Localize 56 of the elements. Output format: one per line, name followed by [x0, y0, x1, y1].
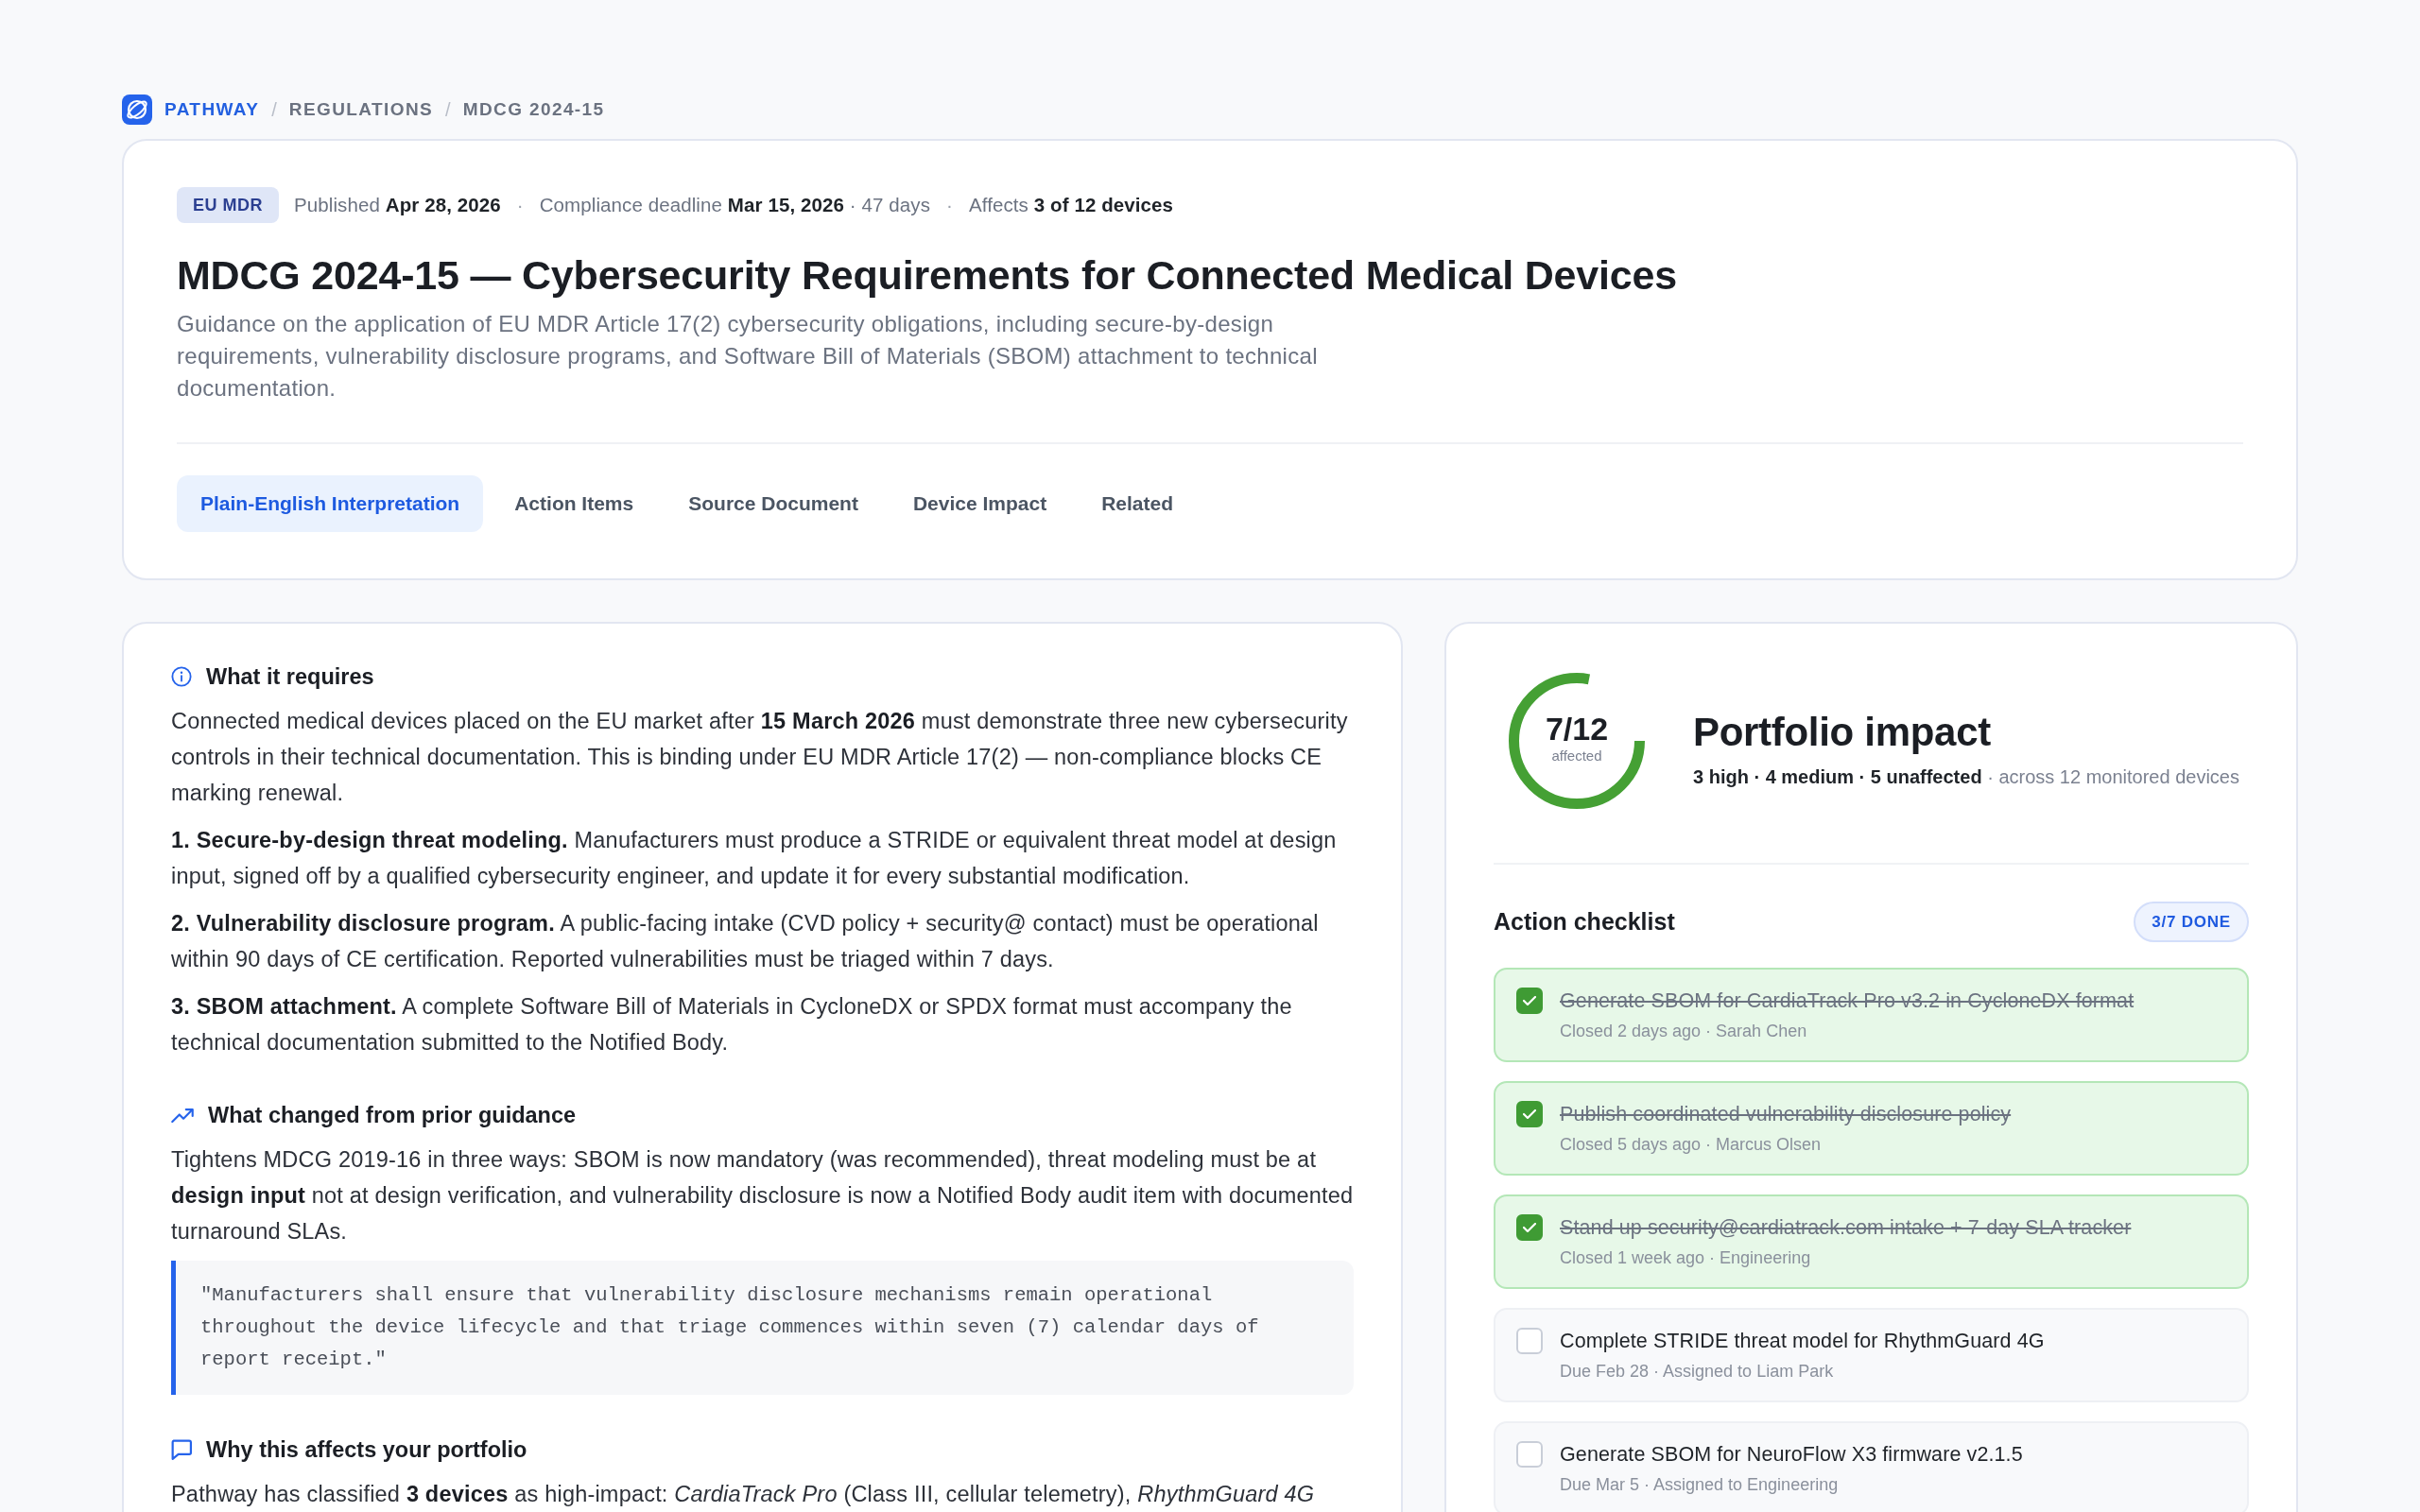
meta-separator: · — [516, 194, 524, 216]
task-title: Complete STRIDE threat model for RhythmGuard 4G — [1560, 1329, 2045, 1354]
paragraph-text: Connected medical devices placed on the EU market after 15 March 2026 must demonstrate three new cybersecurity controls in their technical documentation. This is binding under EU MDR Article 17(2) — non-compliance blocks CE marking renewal. — [171, 708, 1349, 807]
checkmark-icon — [1523, 1109, 1536, 1119]
meta-text: Compliance deadline Mar 15, 2026 · 47 days — [539, 194, 930, 216]
tab[interactable]: Source Document — [665, 475, 882, 532]
tab[interactable]: Related — [1078, 475, 1198, 532]
task-meta: Closed 1 week ago · Engineering — [1560, 1247, 1811, 1269]
regulation-badge: EU MDR — [177, 187, 279, 223]
breadcrumb-separator: / — [271, 98, 277, 121]
task-meta: Due Mar 5 · Assigned to Engineering — [1560, 1474, 1839, 1496]
task-title: Generate SBOM for NeuroFlow X3 firmware v2.1.5 — [1560, 1442, 2023, 1468]
task-title: Stand up security@cardiatrack.com intake + 7-day SLA tracker — [1560, 1215, 2132, 1241]
task-title: Generate SBOM for CardiaTrack Pro v3.2 in CycloneDX format — [1560, 988, 2135, 1014]
section-heading: What changed from prior guidance — [208, 1102, 577, 1128]
breadcrumb-link[interactable]: REGULATIONS — [288, 99, 434, 120]
impact-summary: 3 high · 4 medium · 5 unaffected · across 12 monitored devices — [1693, 765, 2239, 789]
current-page-label: MDCG 2024-15 — [462, 99, 605, 120]
checklist-heading: Action checklist — [1494, 908, 1675, 936]
breadcrumb-link[interactable]: PATHWAY — [164, 99, 260, 120]
meta-text: Published Apr 28, 2026 — [294, 194, 501, 216]
ring-label: affected — [1551, 747, 1602, 765]
quote-block: "Manufacturers shall ensure that vulnerability disclosure mechanisms remain operational throughout the device lifecycle and that triage commences within seven (7) calendar days of report receipt." — [171, 1261, 1354, 1395]
portfolio-title: Portfolio impact — [1693, 709, 1992, 756]
checkbox[interactable] — [1516, 1328, 1543, 1354]
tab[interactable]: Plain-English Interpretation — [177, 475, 484, 532]
checkmark-icon — [1523, 1223, 1536, 1232]
section-heading: What it requires — [206, 663, 374, 690]
task-meta: Due Feb 28 · Assigned to Liam Park — [1560, 1361, 1834, 1383]
trending-up-icon — [171, 1108, 194, 1123]
checkbox[interactable] — [1516, 1101, 1543, 1127]
paragraph-text: 3. SBOM attachment. A complete Software Bill of Materials in CycloneDX or SPDX format must accompany the technical documentation submitted to the Notified Body. — [171, 993, 1293, 1057]
chat-bubble-icon — [171, 1439, 192, 1460]
description-text: Guidance on the application of EU MDR Article 17(2) cybersecurity obligations, including secure-by-design requirements, vulnerability disclosure programs, and Software Bill of Materials (SBOM) attachment to technical documentation. — [177, 310, 1319, 403]
section-heading: Why this affects your portfolio — [206, 1436, 527, 1463]
paragraph-text: 2. Vulnerability disclosure program. A public-facing intake (CVD policy + security@ contact) must be operational within 90 days of CE certification. Reported vulnerabilities must be triaged within 7 days. — [171, 910, 1320, 973]
tab[interactable]: Device Impact — [889, 475, 1071, 532]
orbit-logo-icon[interactable] — [122, 94, 152, 125]
page-title: MDCG 2024-15 — Cybersecurity Requirements for Connected Medical Devices — [177, 251, 1678, 300]
task-title: Publish coordinated vulnerability disclosure policy — [1560, 1102, 2012, 1127]
paragraph-text: 1. Secure-by-design threat modeling. Manufacturers must produce a STRIDE or equivalent threat model at design input, signed off by a qualified cybersecurity engineer, and update it for every substantial modification. — [171, 827, 1338, 890]
checkbox[interactable] — [1516, 1214, 1543, 1241]
checkbox[interactable] — [1516, 1441, 1543, 1468]
checkmark-icon — [1523, 996, 1536, 1005]
checkbox[interactable] — [1516, 988, 1543, 1014]
task-meta: Closed 2 days ago · Sarah Chen — [1560, 1021, 1807, 1042]
tab[interactable]: Action Items — [491, 475, 658, 532]
meta-separator: · — [946, 194, 953, 216]
ring-value: 7/12 — [1545, 711, 1609, 747]
breadcrumb-separator: / — [445, 98, 451, 121]
task-meta: Closed 5 days ago · Marcus Olsen — [1560, 1134, 1822, 1156]
paragraph-text: Tightens MDCG 2019-16 in three ways: SBOM is now mandatory (was recommended), threat modeling must be at design input not at design verification, and vulnerability disclosure is now a Notified Body audit item with documented turnaround SLAs. — [171, 1146, 1355, 1246]
paragraph-text: Pathway has classified 3 devices as high-impact: CardiaTrack Pro (Class III, cellular telemetry), RhythmGuard 4G — [171, 1481, 1316, 1508]
info-icon — [171, 666, 192, 687]
progress-badge: 3/7 DONE — [2134, 902, 2249, 942]
meta-text: Affects 3 of 12 devices — [968, 194, 1174, 216]
